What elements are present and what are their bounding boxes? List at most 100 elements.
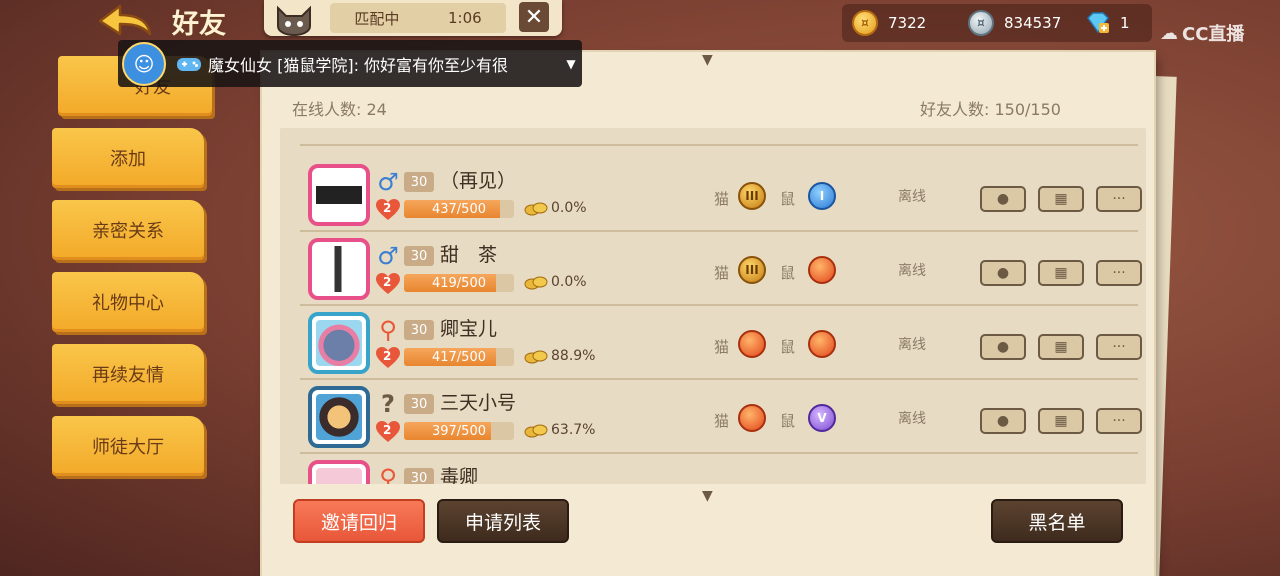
intimacy-progress-text: 397/500 [431,423,486,439]
intimacy-level: 2 [383,275,392,289]
gamepad-icon [177,57,201,71]
more-button[interactable]: ··· [1096,334,1142,360]
level-badge: 30 [404,172,434,192]
intimacy-progress-text: 437/500 [431,201,486,217]
intimacy-progress: 397/500 [404,422,514,440]
chat-button[interactable]: ● [980,260,1026,286]
request-list-button[interactable]: 申请列表 [437,499,569,543]
cloud-logo-icon: ☁ [1160,22,1178,44]
coin-stack-icon [524,276,548,290]
friend-count: 好友人数: 150/150 [920,100,1061,119]
friend-name: 三天小号 [440,392,517,414]
mouse-role-label: 鼠 [780,338,796,356]
page-title: 好友 [172,9,226,40]
friend-avatar[interactable] [308,460,370,484]
intimacy-level: 2 [383,201,392,215]
cat-rank-badge [738,330,766,358]
back-arrow-icon[interactable] [92,2,154,40]
friend-avatar[interactable] [308,164,370,226]
cat-head-icon [277,5,311,36]
nav-tab-gift-center[interactable]: 礼物中心 [52,272,204,332]
gift-button[interactable]: ▦ [1038,408,1084,434]
friend-row[interactable]: ⚲ 30 毒卿 [300,454,1138,484]
gift-icon: ▦ [1054,339,1068,355]
friend-row[interactable]: ♂ 30 甜 茶 2 419/500 0.0% 猫 III 鼠 离线 ● ▦ ·… [300,232,1142,306]
nav-tab-add[interactable]: 添加 [52,128,204,188]
win-rate: 63.7% [524,422,595,438]
chat-icon: ● [996,339,1010,355]
friend-name: 毒卿 [440,466,479,484]
intimacy-progress-text: 419/500 [431,275,486,291]
intimacy-level: 2 [383,423,392,437]
blacklist-button[interactable]: 黑名单 [991,499,1123,543]
level-badge: 30 [404,246,434,266]
gold-coin-icon: ¤ [852,10,878,36]
friend-list[interactable]: ♂ 30 （再见） 2 437/500 0.0% 猫 III 鼠 I 离线 ● … [280,128,1146,484]
chat-button[interactable]: ● [980,334,1026,360]
online-count: 在线人数: 24 [292,100,387,119]
chat-button[interactable]: ● [980,408,1026,434]
diamond-plus-icon[interactable] [1084,11,1110,35]
world-chat-banner[interactable]: ☺ 魔女仙女 [猫鼠学院]: 你好富有你至少有很 ▼ [118,40,582,87]
coin-stack-icon [524,424,548,438]
chat-icon: ● [996,191,1010,207]
invite-back-button[interactable]: 邀请回归 [293,499,425,543]
unknown-gender-icon: ? [381,390,395,418]
more-button[interactable]: ··· [1096,260,1142,286]
matching-timer: 1:06 [447,9,482,27]
cat-rank-badge: III [738,182,766,210]
more-icon: ··· [1112,191,1126,207]
more-button[interactable]: ··· [1096,186,1142,212]
cat-role-label: 猫 [714,190,730,208]
cat-role-label: 猫 [714,264,730,282]
more-button[interactable]: ··· [1096,408,1142,434]
cat-rank-badge [738,404,766,432]
nav-tab-label: 添加 [110,149,146,170]
nav-tab-label: 礼物中心 [92,293,164,314]
gift-button[interactable]: ▦ [1038,334,1084,360]
nav-tab-label: 亲密关系 [92,221,164,242]
cat-role-label: 猫 [714,412,730,430]
level-badge: 30 [404,320,434,340]
search-gender-icon: ⚲ [379,464,397,484]
gift-button[interactable]: ▦ [1038,260,1084,286]
more-icon: ··· [1112,413,1126,429]
list-item-partial-top [300,128,1138,146]
diamond-currency[interactable]: 1 [1084,8,1130,38]
nav-tab-intimacy[interactable]: 亲密关系 [52,200,204,260]
gift-icon: ▦ [1054,265,1068,281]
more-icon: ··· [1112,265,1126,281]
friend-avatar[interactable] [308,238,370,300]
nav-tab-renew-friendship[interactable]: 再续友情 [52,344,204,404]
friend-avatar[interactable] [308,312,370,374]
scroll-up-icon[interactable]: ▼ [702,52,713,68]
gift-button[interactable]: ▦ [1038,186,1084,212]
friend-row[interactable]: ♂ 30 （再见） 2 437/500 0.0% 猫 III 鼠 I 离线 ● … [300,158,1142,232]
chat-icon: ● [996,265,1010,281]
chat-message: 魔女仙女 [猫鼠学院]: 你好富有你至少有很 [208,55,509,75]
level-badge: 30 [404,468,434,484]
win-rate-value: 88.9% [551,348,596,364]
level-badge: 30 [404,394,434,414]
friend-row[interactable]: ? 30 三天小号 2 397/500 63.7% 猫 鼠 V 离线 ● ▦ ·… [300,380,1142,454]
cancel-matching-button[interactable]: ✕ [519,2,549,32]
silver-amount: 834537 [1004,14,1062,32]
cc-live-watermark: ☁ CC直播 [1160,20,1244,46]
mouse-rank-badge: V [808,404,836,432]
expand-chat-icon[interactable]: ▼ [560,57,582,71]
online-status: 离线 [898,189,926,205]
win-rate-value: 0.0% [551,274,587,290]
chat-button[interactable]: ● [980,186,1026,212]
coin-stack-icon [524,350,548,364]
intimacy-progress: 419/500 [404,274,514,292]
mouse-role-label: 鼠 [780,264,796,282]
win-rate: 88.9% [524,348,595,364]
chat-icon: ● [996,413,1010,429]
scroll-down-icon[interactable]: ▼ [702,488,713,504]
win-rate-value: 63.7% [551,422,596,438]
nav-tab-mentor-hall[interactable]: 师徒大厅 [52,416,204,476]
nav-tab-label: 再续友情 [92,365,164,386]
male-icon: ♂ [377,168,399,196]
friend-row[interactable]: ⚲ 30 卿宝儿 2 417/500 88.9% 猫 鼠 离线 ● ▦ ··· [300,306,1142,380]
friend-avatar[interactable] [308,386,370,448]
